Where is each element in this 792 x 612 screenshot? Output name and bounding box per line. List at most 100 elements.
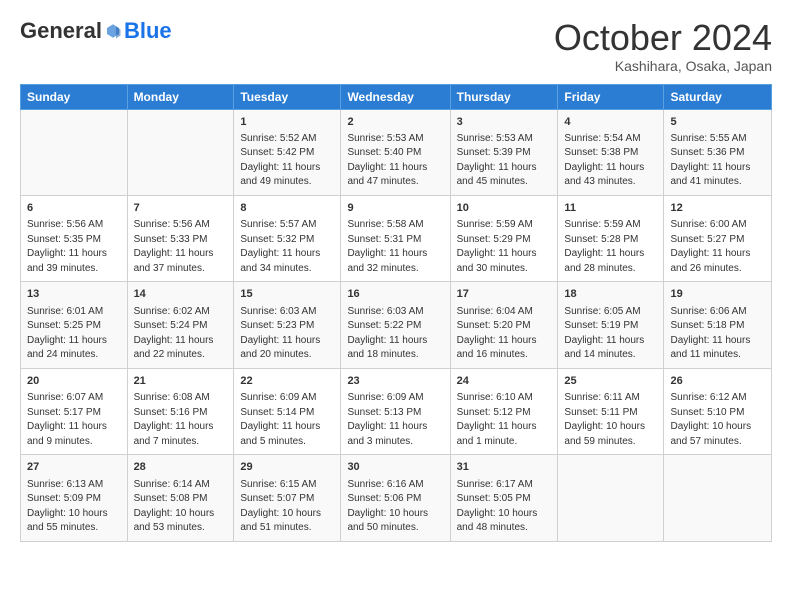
day-content: Sunrise: 5:56 AM Sunset: 5:33 PM Dayligh…	[134, 218, 228, 276]
day-content: Sunrise: 6:07 AM Sunset: 5:17 PM Dayligh…	[27, 391, 121, 449]
calendar-cell	[558, 455, 664, 541]
calendar-cell: 26 Sunrise: 6:12 AM Sunset: 5:10 PM Dayli…	[664, 368, 772, 454]
calendar-cell: 18 Sunrise: 6:05 AM Sunset: 5:19 PM Dayli…	[558, 282, 664, 368]
calendar-cell	[127, 109, 234, 195]
day-number: 8	[240, 201, 334, 216]
calendar-cell: 13Sunrise: 6:01 AM Sunset: 5:25 PM Dayli…	[21, 282, 128, 368]
day-content: Sunrise: 6:16 AM Sunset: 5:06 PM Dayligh…	[347, 478, 443, 536]
day-content: Sunrise: 6:02 AM Sunset: 5:24 PM Dayligh…	[134, 305, 228, 363]
day-number: 29	[240, 460, 334, 475]
calendar-cell: 7 Sunrise: 5:56 AM Sunset: 5:33 PM Daylig…	[127, 195, 234, 281]
day-content: Sunrise: 5:53 AM Sunset: 5:40 PM Dayligh…	[347, 132, 443, 190]
calendar-cell: 2Sunrise: 5:53 AM Sunset: 5:40 PM Daylig…	[341, 109, 450, 195]
calendar-cell: 1 Sunrise: 5:52 AM Sunset: 5:42 PM Daylig…	[234, 109, 341, 195]
calendar-week-row: 20 Sunrise: 6:07 AM Sunset: 5:17 PM Dayli…	[21, 368, 772, 454]
day-header-friday: Friday	[558, 84, 664, 109]
calendar-header-row: SundayMondayTuesdayWednesdayThursdayFrid…	[21, 84, 772, 109]
calendar-cell	[21, 109, 128, 195]
day-content: Sunrise: 6:14 AM Sunset: 5:08 PM Dayligh…	[134, 478, 228, 536]
logo-icon	[104, 22, 122, 40]
day-number: 20	[27, 374, 121, 389]
day-content: Sunrise: 6:08 AM Sunset: 5:16 PM Dayligh…	[134, 391, 228, 449]
day-number: 7	[134, 201, 228, 216]
day-number: 12	[670, 201, 765, 216]
day-content: Sunrise: 5:58 AM Sunset: 5:31 PM Dayligh…	[347, 218, 443, 276]
calendar-week-row: 1 Sunrise: 5:52 AM Sunset: 5:42 PM Daylig…	[21, 109, 772, 195]
day-number: 6	[27, 201, 121, 216]
calendar-cell: 4Sunrise: 5:54 AM Sunset: 5:38 PM Daylig…	[558, 109, 664, 195]
day-number: 18	[564, 287, 657, 302]
day-number: 22	[240, 374, 334, 389]
title-block: October 2024 Kashihara, Osaka, Japan	[554, 18, 772, 74]
day-number: 28	[134, 460, 228, 475]
logo-blue: Blue	[124, 18, 172, 44]
calendar-cell: 5 Sunrise: 5:55 AM Sunset: 5:36 PM Daylig…	[664, 109, 772, 195]
day-content: Sunrise: 6:03 AM Sunset: 5:23 PM Dayligh…	[240, 305, 334, 363]
calendar-week-row: 27 Sunrise: 6:13 AM Sunset: 5:09 PM Dayli…	[21, 455, 772, 541]
calendar-cell: 25 Sunrise: 6:11 AM Sunset: 5:11 PM Dayli…	[558, 368, 664, 454]
day-content: Sunrise: 6:03 AM Sunset: 5:22 PM Dayligh…	[347, 305, 443, 363]
day-number: 23	[347, 374, 443, 389]
day-number: 19	[670, 287, 765, 302]
day-number: 25	[564, 374, 657, 389]
day-number: 30	[347, 460, 443, 475]
day-content: Sunrise: 6:10 AM Sunset: 5:12 PM Dayligh…	[457, 391, 552, 449]
calendar-cell: 6 Sunrise: 5:56 AM Sunset: 5:35 PM Daylig…	[21, 195, 128, 281]
calendar-cell: 29 Sunrise: 6:15 AM Sunset: 5:07 PM Dayli…	[234, 455, 341, 541]
calendar-cell: 16Sunrise: 6:03 AM Sunset: 5:22 PM Dayli…	[341, 282, 450, 368]
day-content: Sunrise: 6:09 AM Sunset: 5:14 PM Dayligh…	[240, 391, 334, 449]
calendar-cell: 10 Sunrise: 5:59 AM Sunset: 5:29 PM Dayli…	[450, 195, 558, 281]
day-number: 1	[240, 115, 334, 130]
calendar-cell: 22 Sunrise: 6:09 AM Sunset: 5:14 PM Dayli…	[234, 368, 341, 454]
day-number: 17	[457, 287, 552, 302]
day-content: Sunrise: 6:09 AM Sunset: 5:13 PM Dayligh…	[347, 391, 443, 449]
day-content: Sunrise: 5:55 AM Sunset: 5:36 PM Dayligh…	[670, 132, 765, 190]
calendar-cell: 14 Sunrise: 6:02 AM Sunset: 5:24 PM Dayli…	[127, 282, 234, 368]
day-content: Sunrise: 6:15 AM Sunset: 5:07 PM Dayligh…	[240, 478, 334, 536]
day-number: 11	[564, 201, 657, 216]
calendar-cell: 21 Sunrise: 6:08 AM Sunset: 5:16 PM Dayli…	[127, 368, 234, 454]
day-number: 26	[670, 374, 765, 389]
day-header-monday: Monday	[127, 84, 234, 109]
day-content: Sunrise: 5:56 AM Sunset: 5:35 PM Dayligh…	[27, 218, 121, 276]
calendar-cell: 8 Sunrise: 5:57 AM Sunset: 5:32 PM Daylig…	[234, 195, 341, 281]
day-content: Sunrise: 6:12 AM Sunset: 5:10 PM Dayligh…	[670, 391, 765, 449]
day-number: 15	[240, 287, 334, 302]
calendar-cell: 27 Sunrise: 6:13 AM Sunset: 5:09 PM Dayli…	[21, 455, 128, 541]
day-content: Sunrise: 5:52 AM Sunset: 5:42 PM Dayligh…	[240, 132, 334, 190]
day-number: 14	[134, 287, 228, 302]
day-content: Sunrise: 5:57 AM Sunset: 5:32 PM Dayligh…	[240, 218, 334, 276]
day-content: Sunrise: 5:54 AM Sunset: 5:38 PM Dayligh…	[564, 132, 657, 190]
logo-text: General Blue	[20, 18, 172, 44]
day-header-thursday: Thursday	[450, 84, 558, 109]
logo: General Blue	[20, 18, 172, 44]
day-content: Sunrise: 5:53 AM Sunset: 5:39 PM Dayligh…	[457, 132, 552, 190]
day-number: 5	[670, 115, 765, 130]
day-number: 31	[457, 460, 552, 475]
day-content: Sunrise: 6:05 AM Sunset: 5:19 PM Dayligh…	[564, 305, 657, 363]
calendar-cell: 23 Sunrise: 6:09 AM Sunset: 5:13 PM Dayli…	[341, 368, 450, 454]
day-number: 27	[27, 460, 121, 475]
calendar-cell: 11 Sunrise: 5:59 AM Sunset: 5:28 PM Dayli…	[558, 195, 664, 281]
day-content: Sunrise: 6:13 AM Sunset: 5:09 PM Dayligh…	[27, 478, 121, 536]
day-number: 3	[457, 115, 552, 130]
calendar-table: SundayMondayTuesdayWednesdayThursdayFrid…	[20, 84, 772, 542]
calendar-week-row: 13Sunrise: 6:01 AM Sunset: 5:25 PM Dayli…	[21, 282, 772, 368]
calendar-cell: 31Sunrise: 6:17 AM Sunset: 5:05 PM Dayli…	[450, 455, 558, 541]
day-number: 10	[457, 201, 552, 216]
calendar-page: General Blue October 2024 Kashihara, Osa…	[0, 0, 792, 612]
day-number: 21	[134, 374, 228, 389]
logo-general: General	[20, 18, 102, 44]
calendar-cell: 24 Sunrise: 6:10 AM Sunset: 5:12 PM Dayli…	[450, 368, 558, 454]
day-content: Sunrise: 5:59 AM Sunset: 5:29 PM Dayligh…	[457, 218, 552, 276]
day-content: Sunrise: 6:06 AM Sunset: 5:18 PM Dayligh…	[670, 305, 765, 363]
day-content: Sunrise: 5:59 AM Sunset: 5:28 PM Dayligh…	[564, 218, 657, 276]
calendar-cell: 20 Sunrise: 6:07 AM Sunset: 5:17 PM Dayli…	[21, 368, 128, 454]
calendar-cell	[664, 455, 772, 541]
calendar-cell: 12Sunrise: 6:00 AM Sunset: 5:27 PM Dayli…	[664, 195, 772, 281]
day-number: 24	[457, 374, 552, 389]
calendar-cell: 30 Sunrise: 6:16 AM Sunset: 5:06 PM Dayli…	[341, 455, 450, 541]
day-header-wednesday: Wednesday	[341, 84, 450, 109]
day-number: 13	[27, 287, 121, 302]
day-content: Sunrise: 6:11 AM Sunset: 5:11 PM Dayligh…	[564, 391, 657, 449]
